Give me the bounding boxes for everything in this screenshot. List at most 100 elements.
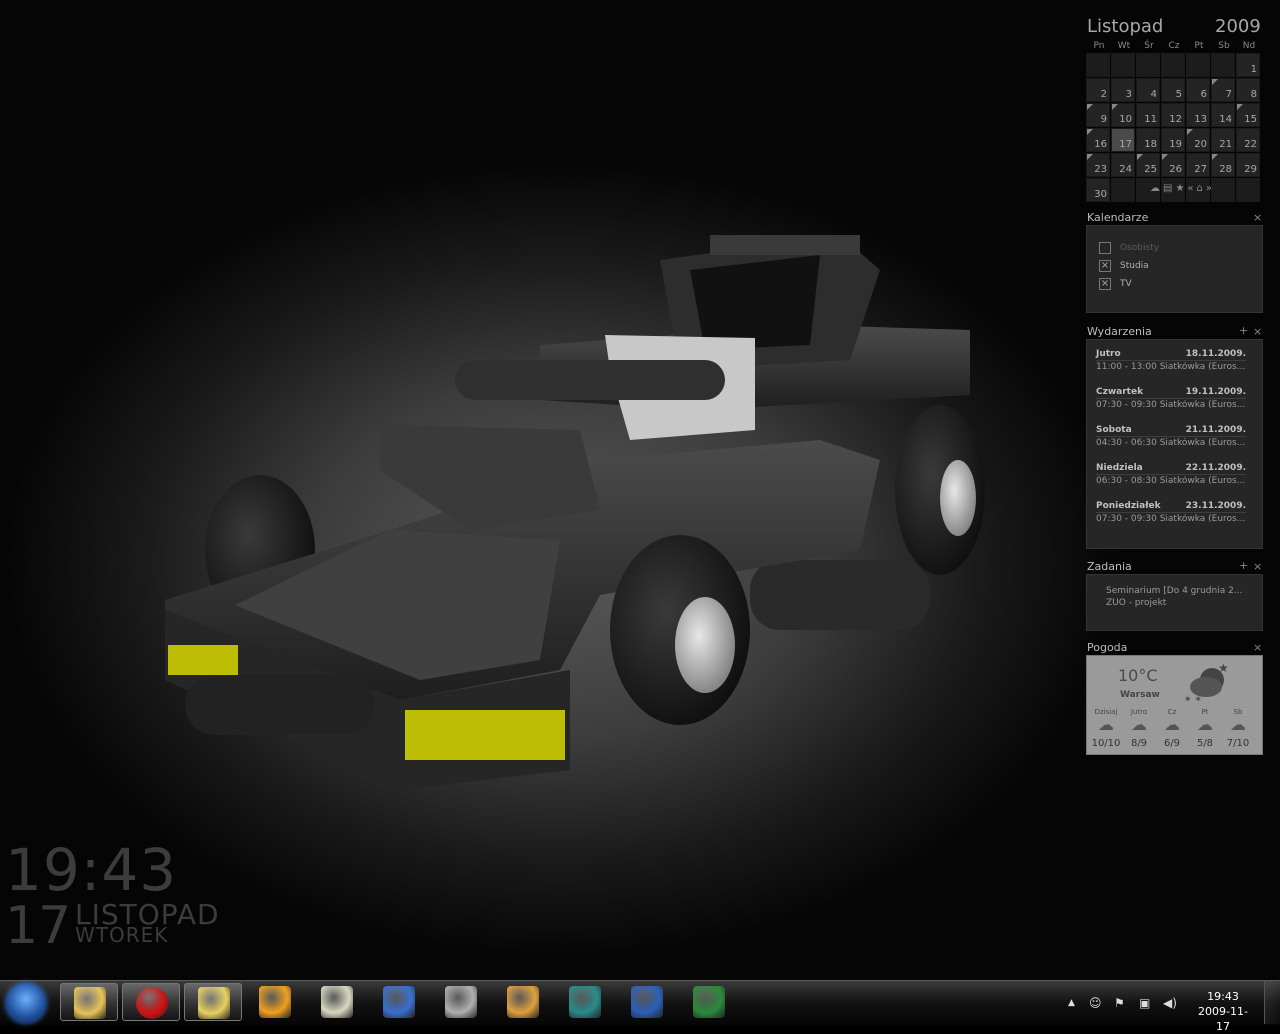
tasks-title: Zadania	[1087, 560, 1132, 573]
tasks-add-button[interactable]: +	[1239, 559, 1248, 572]
calendar-day[interactable]: 1	[1236, 53, 1260, 77]
event-date: 22.11.2009.	[1185, 463, 1246, 473]
calendar-day[interactable]: 3	[1111, 78, 1135, 102]
calendar-day[interactable]: 14	[1211, 103, 1235, 127]
event-divider	[1096, 360, 1246, 361]
event-day: Poniedziałek	[1096, 501, 1161, 511]
calendar-day[interactable]: 7	[1211, 78, 1235, 102]
calendar-weekday-header: Pt	[1194, 41, 1204, 51]
volume-icon[interactable]: ◀)	[1163, 996, 1177, 1010]
calendar-day[interactable]: 21	[1211, 128, 1235, 152]
event-item[interactable]: Poniedziałek 23.11.2009. 07:30 - 09:30 Sia…	[1096, 501, 1246, 527]
calendar-day[interactable]: 25	[1136, 153, 1160, 177]
calendar-day[interactable]: 12	[1161, 103, 1185, 127]
action-center-flag-icon[interactable]: ⚑	[1114, 996, 1125, 1010]
calendar-weekday-header: Śr	[1144, 41, 1154, 51]
rain-cloud-icon: ☁	[1230, 715, 1246, 734]
calendar-checkbox-tv[interactable]: ×	[1099, 278, 1111, 290]
event-day: Niedziela	[1096, 463, 1143, 473]
calendar-day-number: 5	[1175, 89, 1182, 100]
taskbar-app-button[interactable]	[370, 983, 428, 1021]
calendars-close-button[interactable]: ×	[1253, 211, 1262, 224]
tasks-close-button[interactable]: ×	[1253, 560, 1262, 573]
calendar-day[interactable]: 13	[1186, 103, 1210, 127]
calendar-day[interactable]: 5	[1161, 78, 1185, 102]
calendar-day-number: 7	[1225, 89, 1232, 100]
svg-text:✶ ✶: ✶ ✶	[1184, 695, 1202, 704]
show-desktop-button[interactable]	[1264, 981, 1280, 1024]
calendar-toolbar: ☁▤★«⌂»	[1150, 183, 1215, 194]
calendar-day-today[interactable]: 17	[1111, 128, 1135, 152]
taskbar-app-button[interactable]	[494, 983, 552, 1021]
taskbar-app-button[interactable]	[60, 983, 118, 1021]
taskbar-app-button[interactable]	[184, 983, 242, 1021]
calendar-day[interactable]: 27	[1186, 153, 1210, 177]
event-date: 21.11.2009.	[1185, 425, 1246, 435]
calendar-day[interactable]: 18	[1136, 128, 1160, 152]
calendar-day-number: 1	[1250, 64, 1257, 75]
network-icon[interactable]: ▣	[1139, 996, 1150, 1010]
task-item[interactable]: Seminarium [Do 4 grudnia 2...	[1106, 586, 1248, 596]
calendar-day[interactable]: 28	[1211, 153, 1235, 177]
calendar-day[interactable]: 30	[1086, 178, 1110, 202]
calendar-day[interactable]: 23	[1086, 153, 1110, 177]
calendar-day[interactable]: 11	[1136, 103, 1160, 127]
calendar-day[interactable]: 20	[1186, 128, 1210, 152]
network-status-icon[interactable]: ☺	[1089, 996, 1102, 1010]
event-divider	[1096, 398, 1246, 399]
calendar-day[interactable]: 16	[1086, 128, 1110, 152]
calendar-day-number: 17	[1119, 139, 1132, 150]
home-icon[interactable]: ⌂	[1197, 183, 1206, 194]
events-add-button[interactable]: +	[1239, 324, 1248, 337]
excel-icon	[693, 986, 725, 1018]
event-date: 23.11.2009.	[1185, 501, 1246, 511]
calendar-empty-cell	[1186, 53, 1210, 77]
calendar-day[interactable]: 4	[1136, 78, 1160, 102]
calendar-day[interactable]: 6	[1186, 78, 1210, 102]
taskbar-app-button[interactable]	[680, 983, 738, 1021]
calendar-day[interactable]: 19	[1161, 128, 1185, 152]
star-icon[interactable]: ★	[1175, 183, 1187, 194]
event-item[interactable]: Czwartek 19.11.2009. 07:30 - 09:30 Siatków…	[1096, 387, 1246, 413]
cloud-icon[interactable]: ☁	[1150, 183, 1163, 194]
taskbar-app-button[interactable]	[308, 983, 366, 1021]
event-day: Sobota	[1096, 425, 1132, 435]
taskbar-clock[interactable]: 19:43 2009-11-17	[1196, 989, 1250, 1034]
calendar-day[interactable]: 10	[1111, 103, 1135, 127]
next-icon[interactable]: »	[1206, 183, 1215, 194]
previous-icon[interactable]: «	[1187, 183, 1196, 194]
taskbar-app-button[interactable]	[122, 983, 180, 1021]
events-close-button[interactable]: ×	[1253, 325, 1262, 338]
calendar-day[interactable]: 29	[1236, 153, 1260, 177]
calendar-checkbox-studia[interactable]: ×	[1099, 260, 1111, 272]
word-icon	[631, 986, 663, 1018]
taskbar-app-button[interactable]	[556, 983, 614, 1021]
opera-icon	[136, 987, 168, 1019]
calendar-day[interactable]: 22	[1236, 128, 1260, 152]
rain-cloud-icon: ☁	[1197, 715, 1213, 734]
calendar-day[interactable]: 2	[1086, 78, 1110, 102]
event-day: Czwartek	[1096, 387, 1144, 397]
taskbar-app-button[interactable]	[432, 983, 490, 1021]
taskbar-app-button[interactable]	[618, 983, 676, 1021]
calendar-day[interactable]: 26	[1161, 153, 1185, 177]
weather-close-button[interactable]: ×	[1253, 641, 1262, 654]
task-item[interactable]: ZUO - projekt	[1106, 598, 1248, 608]
list-icon[interactable]: ▤	[1163, 183, 1175, 194]
calendar-empty-cell	[1161, 53, 1185, 77]
calendar-day[interactable]: 24	[1111, 153, 1135, 177]
event-item[interactable]: Sobota 21.11.2009. 04:30 - 06:30 Siatkówka…	[1096, 425, 1246, 451]
show-hidden-icons-button[interactable]: ▲	[1068, 998, 1075, 1008]
taskbar-app-button[interactable]	[246, 983, 304, 1021]
calendar-checkbox-osobisty[interactable]	[1099, 242, 1111, 254]
start-button[interactable]	[6, 983, 46, 1023]
event-item[interactable]: Jutro 18.11.2009. 11:00 - 13:00 Siatkówka …	[1096, 349, 1246, 375]
calendar-day[interactable]: 8	[1236, 78, 1260, 102]
spiral-app-icon	[569, 986, 601, 1018]
event-item[interactable]: Niedziela 22.11.2009. 06:30 - 08:30 Siatkó…	[1096, 463, 1246, 489]
calendar-day[interactable]: 15	[1236, 103, 1260, 127]
calendar-weekday-header: Cz	[1168, 41, 1180, 51]
event-description: 07:30 - 09:30 Siatkówka (Euros...	[1096, 514, 1246, 524]
calendar-day-number: 13	[1194, 114, 1207, 125]
calendar-day[interactable]: 9	[1086, 103, 1110, 127]
